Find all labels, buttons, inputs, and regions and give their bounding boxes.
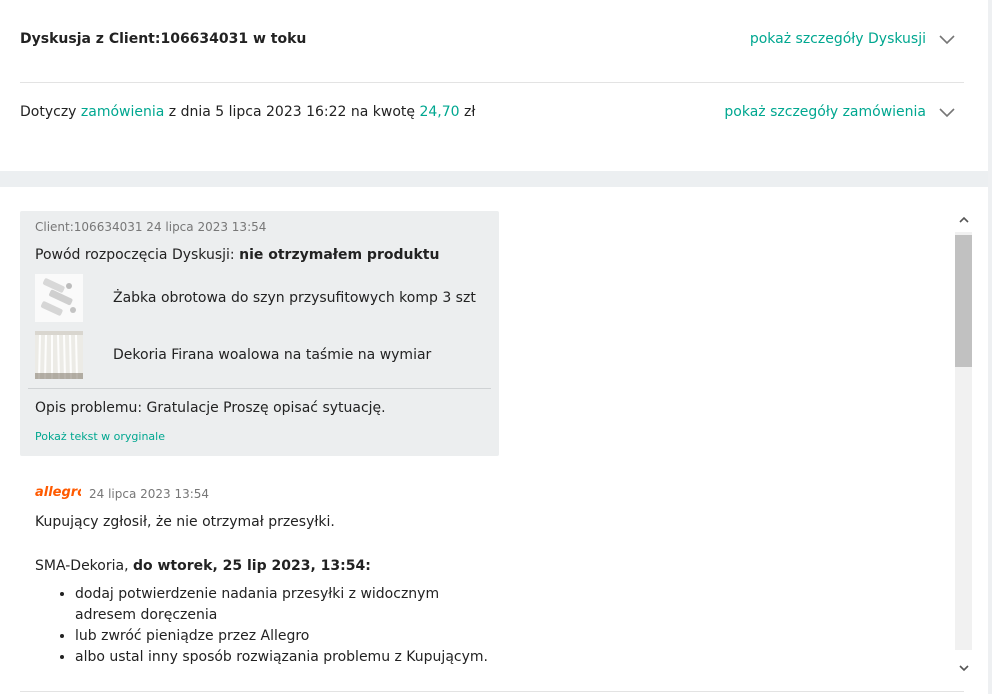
chevron-down-icon[interactable]	[938, 33, 956, 45]
action-list: dodaj potwierdzenie nadania przesyłki z …	[35, 584, 495, 668]
order-text: Dotyczy zamówienia z dnia 5 lipca 2023 1…	[20, 104, 475, 120]
show-original-link[interactable]: Pokaż tekst w oryginale	[35, 430, 165, 443]
order-date: z dnia 5 lipca 2023 16:22 na kwotę	[168, 104, 416, 120]
product-name[interactable]: Żabka obrotowa do szyn przysufitowych ko…	[113, 290, 476, 306]
message-meta: Client:106634031 24 lipca 2023 13:54	[35, 220, 267, 234]
seller-deadline: SMA-Dekoria, do wtorek, 25 lip 2023, 13:…	[35, 558, 495, 574]
chevron-down-icon[interactable]	[938, 106, 956, 118]
product-item[interactable]: Dekoria Firana woalowa na taśmie na wymi…	[35, 331, 491, 379]
divider	[28, 388, 491, 389]
problem-description: Opis problemu: Gratulacje Proszę opisać …	[35, 400, 386, 416]
messages-scrollbar[interactable]	[955, 211, 972, 676]
section-separator	[0, 171, 988, 187]
system-message-time: 24 lipca 2023 13:54	[89, 487, 210, 501]
list-item: lub zwróć pieniądze przez Allegro	[75, 626, 495, 647]
order-link[interactable]: zamówienia	[81, 104, 164, 120]
product-thumbnail[interactable]	[35, 274, 83, 322]
deadline: do wtorek, 25 lip 2023, 13:54:	[132, 558, 371, 574]
product-name[interactable]: Dekoria Firana woalowa na taśmie na wymi…	[113, 347, 431, 363]
window-edge	[988, 0, 992, 694]
divider	[20, 691, 964, 692]
scroll-up-arrow-icon[interactable]	[955, 211, 972, 228]
list-item: dodaj potwierdzenie nadania przesyłki z …	[75, 584, 495, 626]
discussion-header: Dyskusja z Client:106634031 w toku pokaż…	[20, 24, 964, 54]
order-summary: Dotyczy zamówienia z dnia 5 lipca 2023 1…	[20, 97, 964, 127]
order-amount: 24,70	[419, 104, 460, 120]
discussion-details-toggle[interactable]: pokaż szczegóły Dyskusji	[750, 31, 964, 47]
order-currency: zł	[464, 104, 476, 120]
list-item: albo ustal inny sposób rozwiązania probl…	[75, 647, 495, 668]
scrollbar-track[interactable]	[955, 232, 972, 650]
system-message-text: Kupujący zgłosił, że nie otrzymał przesy…	[35, 514, 335, 530]
allegro-logo: allegro	[35, 484, 86, 504]
divider	[20, 82, 964, 83]
discussion-reason: Powód rozpoczęcia Dyskusji: nie otrzymał…	[35, 247, 439, 263]
buyer-message-card: Client:106634031 24 lipca 2023 13:54 Pow…	[20, 211, 499, 456]
discussion-title: Dyskusja z Client:106634031 w toku	[20, 31, 307, 47]
order-prefix: Dotyczy	[20, 104, 77, 120]
discussion-details-label[interactable]: pokaż szczegóły Dyskusji	[750, 31, 926, 47]
product-thumbnail[interactable]	[35, 331, 83, 379]
svg-text:allegro: allegro	[35, 485, 81, 500]
product-item[interactable]: Żabka obrotowa do szyn przysufitowych ko…	[35, 274, 491, 322]
order-details-label[interactable]: pokaż szczegóły zamówienia	[724, 104, 926, 120]
system-message: allegro 24 lipca 2023 13:54 Kupujący zgł…	[35, 484, 495, 668]
reason-label: Powód rozpoczęcia Dyskusji:	[35, 247, 235, 263]
scrollbar-thumb[interactable]	[955, 235, 972, 367]
system-message-header: allegro 24 lipca 2023 13:54	[35, 484, 495, 504]
seller-name: SMA-Dekoria,	[35, 558, 129, 574]
scroll-down-arrow-icon[interactable]	[955, 659, 972, 676]
order-details-toggle[interactable]: pokaż szczegóły zamówienia	[724, 104, 964, 120]
reason-value: nie otrzymałem produktu	[239, 247, 440, 263]
